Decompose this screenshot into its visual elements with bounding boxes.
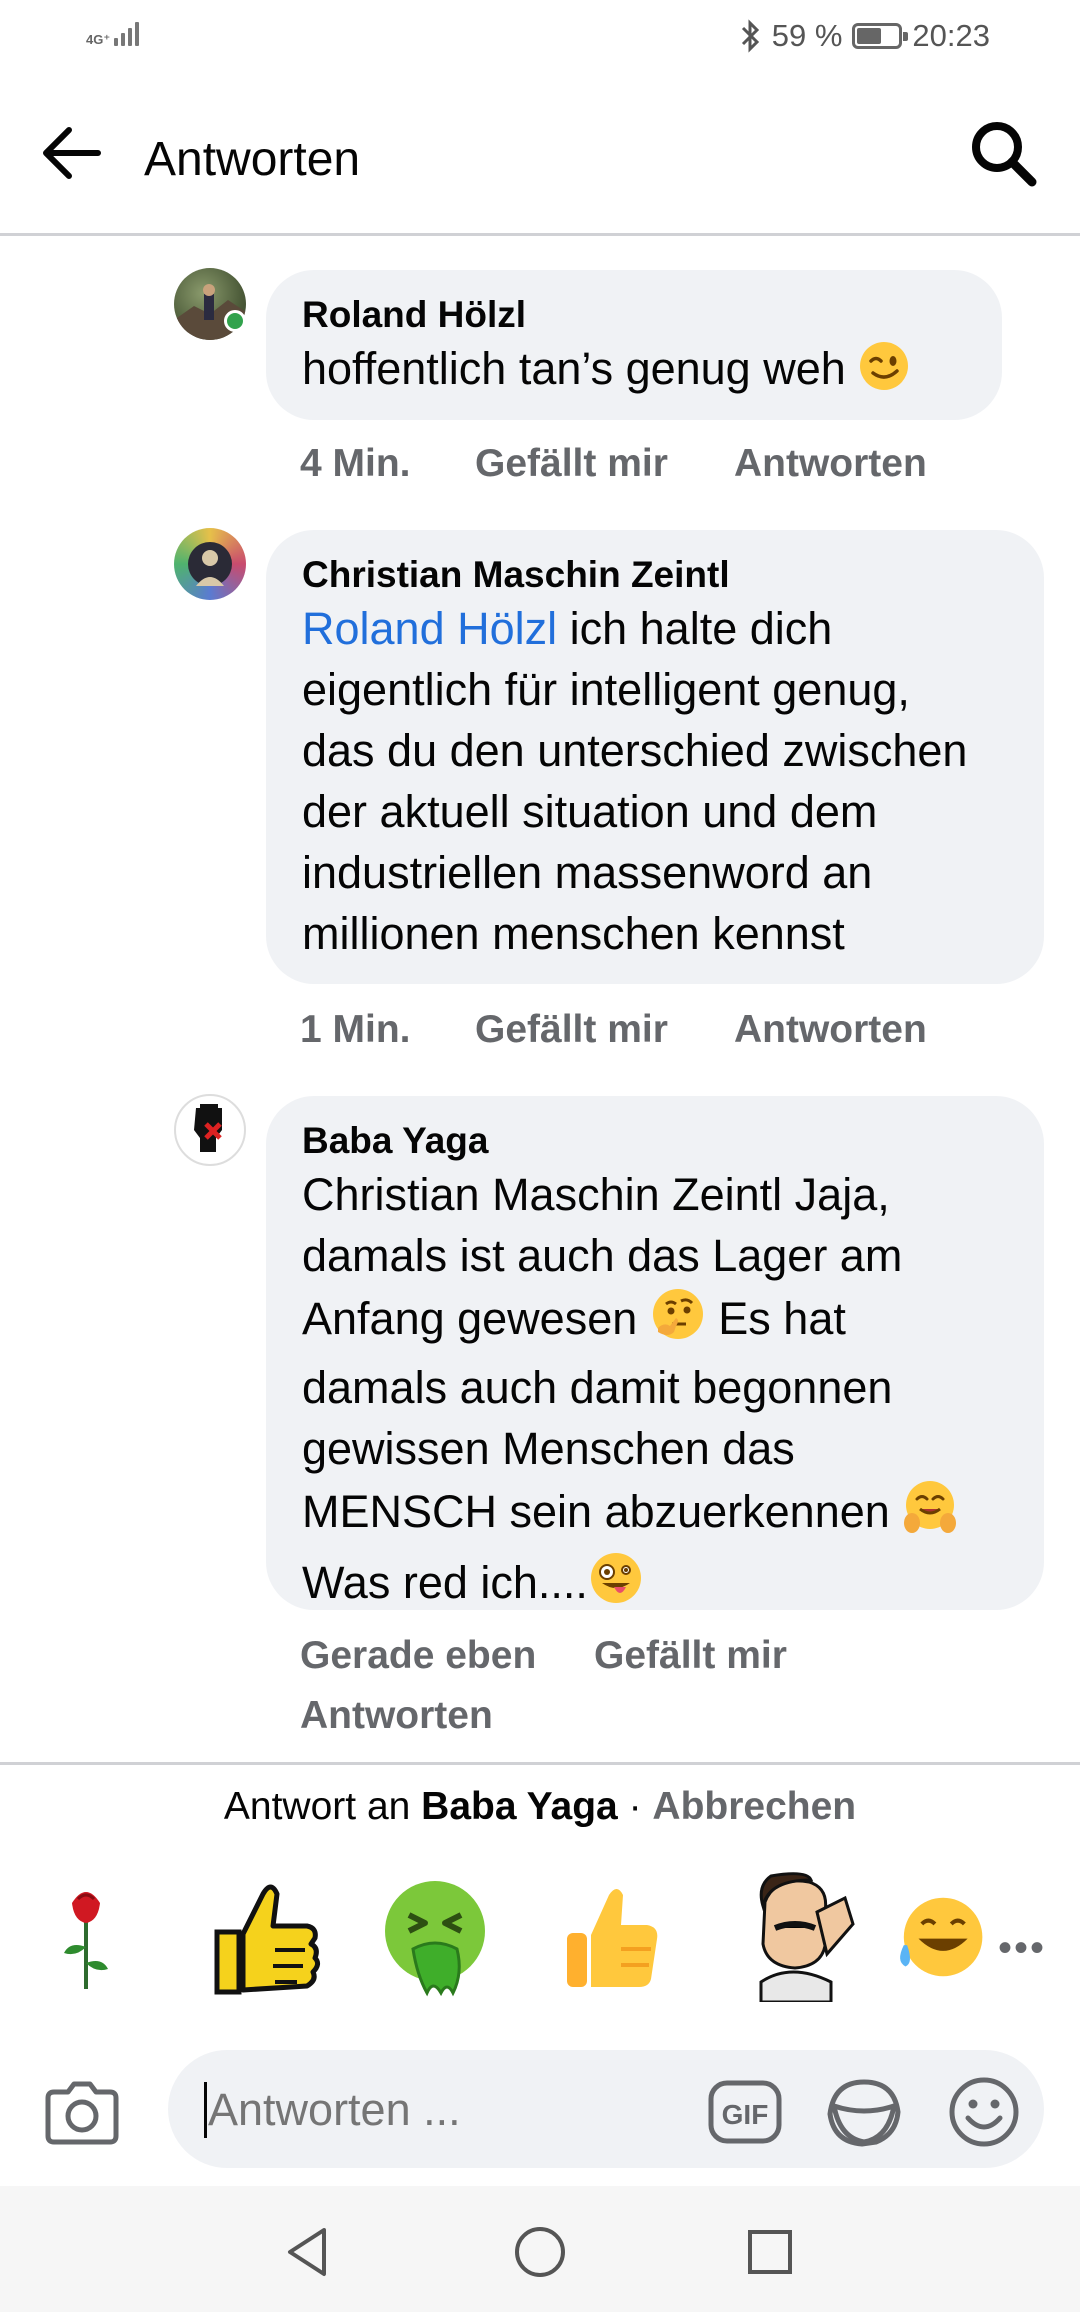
- arrow-left-icon: [43, 127, 101, 179]
- vomiting-face-sticker[interactable]: [370, 1862, 500, 2012]
- comment-text: Christian Maschin Zeintl Jaja, damals is…: [302, 1164, 1008, 1621]
- nav-back-icon: [288, 2228, 326, 2276]
- zany-face-emoji: [588, 1550, 644, 1621]
- sticker-button[interactable]: [824, 2076, 904, 2148]
- thumbs-up-sticker[interactable]: [556, 1862, 666, 2012]
- emoji-button[interactable]: [948, 2076, 1020, 2148]
- comment-author[interactable]: Baba Yaga: [302, 1118, 1008, 1164]
- network-type: 4G⁺: [86, 32, 111, 47]
- nav-home-icon: [515, 2227, 565, 2277]
- status-bar: 4G⁺ 59 % 20:23: [0, 0, 1080, 80]
- clock: 20:23: [912, 18, 990, 53]
- nav-recents-button[interactable]: [742, 2224, 798, 2280]
- comment-time: 1 Min.: [300, 1008, 411, 1051]
- hugging-face-emoji: [902, 1479, 958, 1550]
- facepalm-man-sticker[interactable]: [726, 1862, 866, 2012]
- like-button[interactable]: Gefällt mir: [475, 442, 668, 486]
- system-nav-bar: [0, 2186, 1080, 2312]
- battery-percent: 59 %: [771, 18, 843, 53]
- nav-recents-icon: [748, 2230, 792, 2274]
- reply-input[interactable]: [208, 2084, 668, 2136]
- more-dots-icon[interactable]: •••: [998, 1926, 1046, 1971]
- gif-label: GIF: [722, 2099, 769, 2130]
- bluetooth-icon: [741, 19, 759, 53]
- app-bar: Antworten: [0, 80, 1080, 236]
- reply-button[interactable]: Antworten: [300, 1694, 493, 1738]
- comment-actions: 1 Min. Gefällt mir Antworten: [300, 1008, 1040, 1058]
- avatar[interactable]: [174, 528, 246, 600]
- signal-bars-icon: [114, 20, 140, 46]
- reply-button[interactable]: Antworten: [734, 442, 927, 486]
- battery-icon: [852, 23, 909, 49]
- thinking-face-emoji: [650, 1286, 706, 1357]
- nav-back-button[interactable]: [280, 2224, 336, 2280]
- page-title: Antworten: [144, 133, 361, 186]
- rose-sticker[interactable]: [46, 1862, 126, 2012]
- thumbs-up-drawn-sticker[interactable]: [190, 1862, 330, 2012]
- wink-emoji: [858, 340, 910, 407]
- comment-bubble[interactable]: Roland Hölzl hoffentlich tan’s genug weh: [266, 270, 1002, 420]
- comment-text: hoffentlich tan’s genug weh: [302, 338, 966, 407]
- comment-author[interactable]: Christian Maschin Zeintl: [302, 552, 1008, 598]
- like-button[interactable]: Gefällt mir: [475, 1008, 668, 1052]
- comment-author[interactable]: Roland Hölzl: [302, 292, 966, 338]
- comment-text: Roland Hölzl ich halte dich eigentlich fü…: [302, 603, 968, 959]
- online-indicator: [224, 310, 246, 332]
- like-button[interactable]: Gefällt mir: [594, 1634, 787, 1678]
- reply-button[interactable]: Antworten: [734, 1008, 927, 1052]
- sticker-icon: [827, 2079, 901, 2147]
- gif-button[interactable]: GIF: [708, 2080, 782, 2144]
- raised-fist-avatar[interactable]: [174, 1094, 246, 1166]
- reply-composer: GIF: [0, 2030, 1080, 2170]
- comment-actions: Gerade eben Gefällt mir Antworten: [300, 1634, 1040, 1744]
- search-button[interactable]: [966, 116, 1040, 190]
- smiley-icon: [949, 2077, 1019, 2147]
- search-icon: [972, 122, 1037, 187]
- camera-button[interactable]: [42, 2078, 122, 2148]
- mention-link[interactable]: Roland Hölzl: [302, 603, 557, 654]
- reply-context-bar: Antwort an Baba Yaga · Abbrechen: [0, 1762, 1080, 1842]
- comment-time: 4 Min.: [300, 442, 411, 485]
- camera-icon: [45, 2081, 119, 2145]
- signal-indicator: 4G⁺: [86, 20, 140, 47]
- cancel-reply-button[interactable]: Abbrechen: [652, 1785, 856, 1828]
- sticker-suggestions: •••: [0, 1862, 1080, 2012]
- text-caret: [204, 2082, 207, 2138]
- reply-target-name: Baba Yaga: [421, 1785, 618, 1828]
- laughing-tears-sticker[interactable]: [894, 1862, 984, 2012]
- comment-actions: 4 Min. Gefällt mir Antworten: [300, 442, 1040, 492]
- reply-input-container[interactable]: GIF: [168, 2050, 1044, 2168]
- comment-bubble[interactable]: Baba Yaga Christian Maschin Zeintl Jaja,…: [266, 1096, 1044, 1610]
- back-button[interactable]: [36, 118, 106, 188]
- comment-bubble[interactable]: Christian Maschin Zeintl Roland Hölzl ic…: [266, 530, 1044, 984]
- nav-home-button[interactable]: [512, 2224, 568, 2280]
- comment-time: Gerade eben: [300, 1634, 537, 1677]
